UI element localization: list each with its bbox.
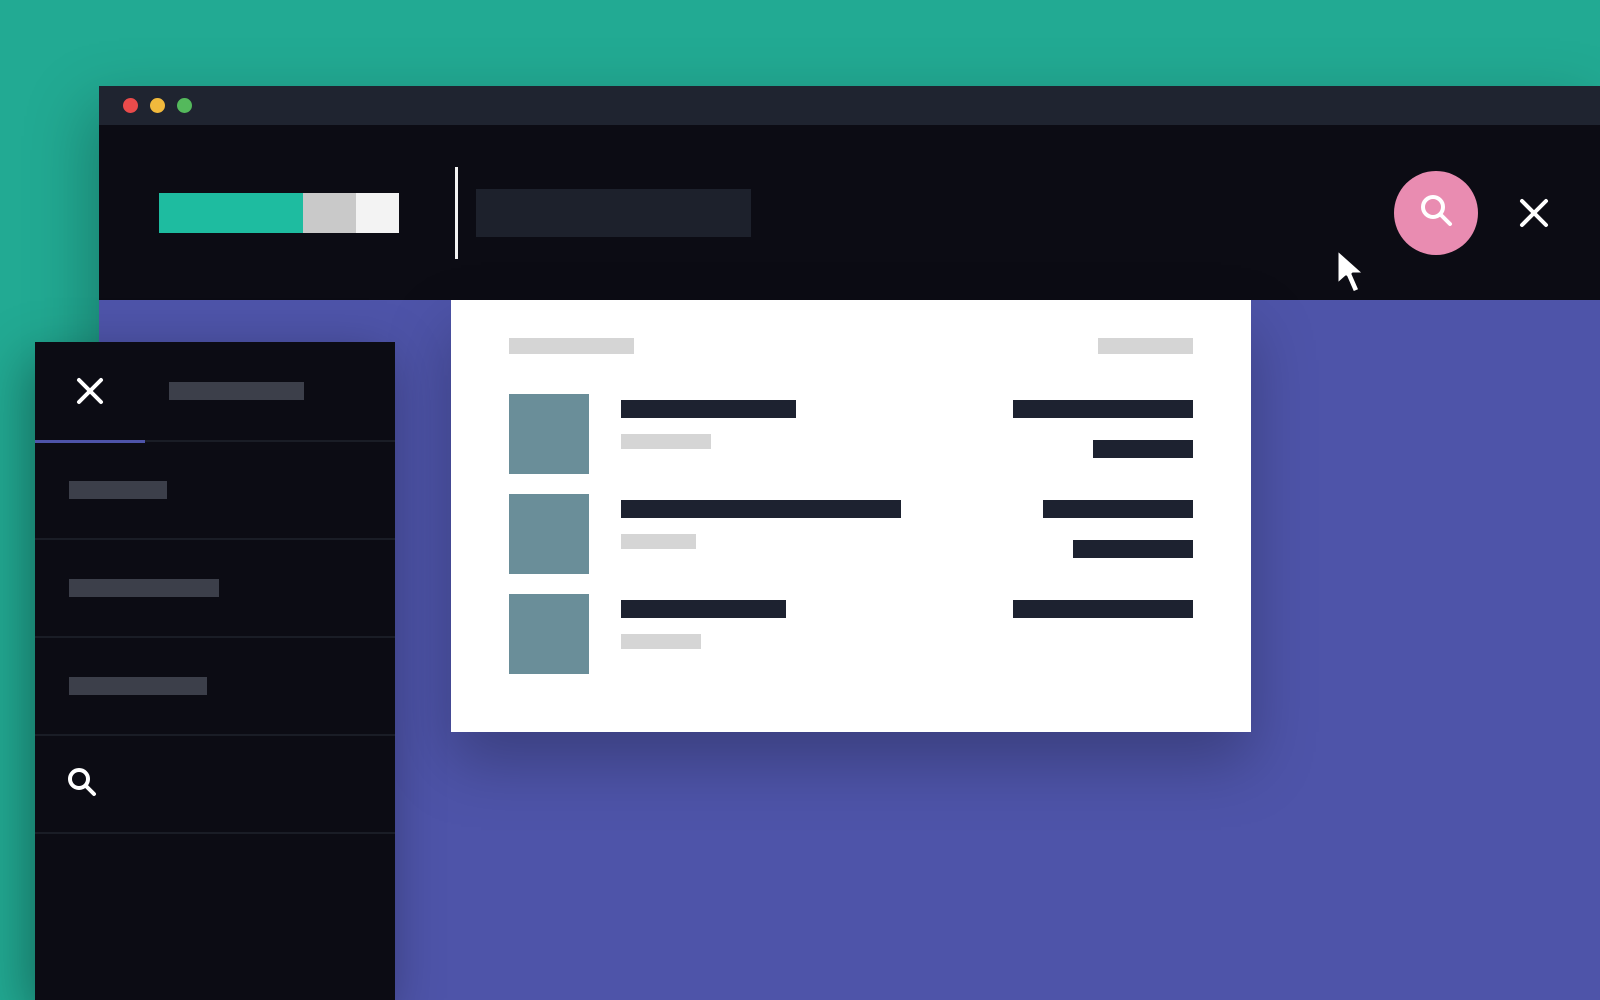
- sidebar-item-label: [69, 677, 207, 695]
- result-thumbnail: [509, 394, 589, 474]
- result-meta-2: [1093, 440, 1193, 458]
- result-meta-2: [1073, 540, 1193, 558]
- result-subtitle: [621, 534, 696, 549]
- toolbar-divider: [455, 167, 458, 259]
- sidebar-accent-divider: [35, 440, 145, 443]
- search-button[interactable]: [1394, 171, 1478, 255]
- search-input[interactable]: [476, 189, 751, 237]
- search-icon: [1419, 193, 1453, 232]
- progress-indicator: [159, 193, 399, 233]
- window-minimize-dot[interactable]: [150, 98, 165, 113]
- result-title: [621, 600, 786, 618]
- progress-seg-1: [159, 193, 303, 233]
- sidebar-item-label: [69, 481, 167, 499]
- result-meta: [1043, 500, 1193, 518]
- sidebar-panel: [35, 342, 395, 1000]
- panel-header: [509, 338, 1193, 354]
- sidebar-header: [35, 342, 395, 440]
- toolbar: [99, 125, 1600, 300]
- result-title: [621, 500, 901, 518]
- result-meta: [1013, 600, 1193, 618]
- sidebar-close-button[interactable]: [35, 342, 145, 440]
- panel-header-left: [509, 338, 634, 354]
- window-zoom-dot[interactable]: [177, 98, 192, 113]
- window-close-dot[interactable]: [123, 98, 138, 113]
- sidebar-item[interactable]: [35, 440, 395, 538]
- sidebar-item-label: [69, 579, 219, 597]
- panel-header-right: [1098, 338, 1193, 354]
- progress-seg-2: [303, 193, 356, 233]
- toolbar-close-button[interactable]: [1518, 197, 1550, 229]
- result-subtitle: [621, 634, 701, 649]
- result-row[interactable]: [509, 594, 1193, 674]
- sidebar-item[interactable]: [35, 636, 395, 734]
- result-meta: [1013, 400, 1193, 418]
- search-results-panel: [451, 300, 1251, 732]
- sidebar-item-label[interactable]: [169, 382, 304, 400]
- sidebar-item[interactable]: [35, 538, 395, 636]
- result-thumbnail: [509, 594, 589, 674]
- sidebar-search-item[interactable]: [35, 734, 395, 832]
- search-icon: [67, 767, 97, 802]
- window-titlebar: [99, 86, 1600, 125]
- result-row[interactable]: [509, 494, 1193, 574]
- result-thumbnail: [509, 494, 589, 574]
- progress-seg-3: [356, 193, 399, 233]
- sidebar-item[interactable]: [35, 832, 395, 930]
- result-title: [621, 400, 796, 418]
- result-row[interactable]: [509, 394, 1193, 474]
- result-subtitle: [621, 434, 711, 449]
